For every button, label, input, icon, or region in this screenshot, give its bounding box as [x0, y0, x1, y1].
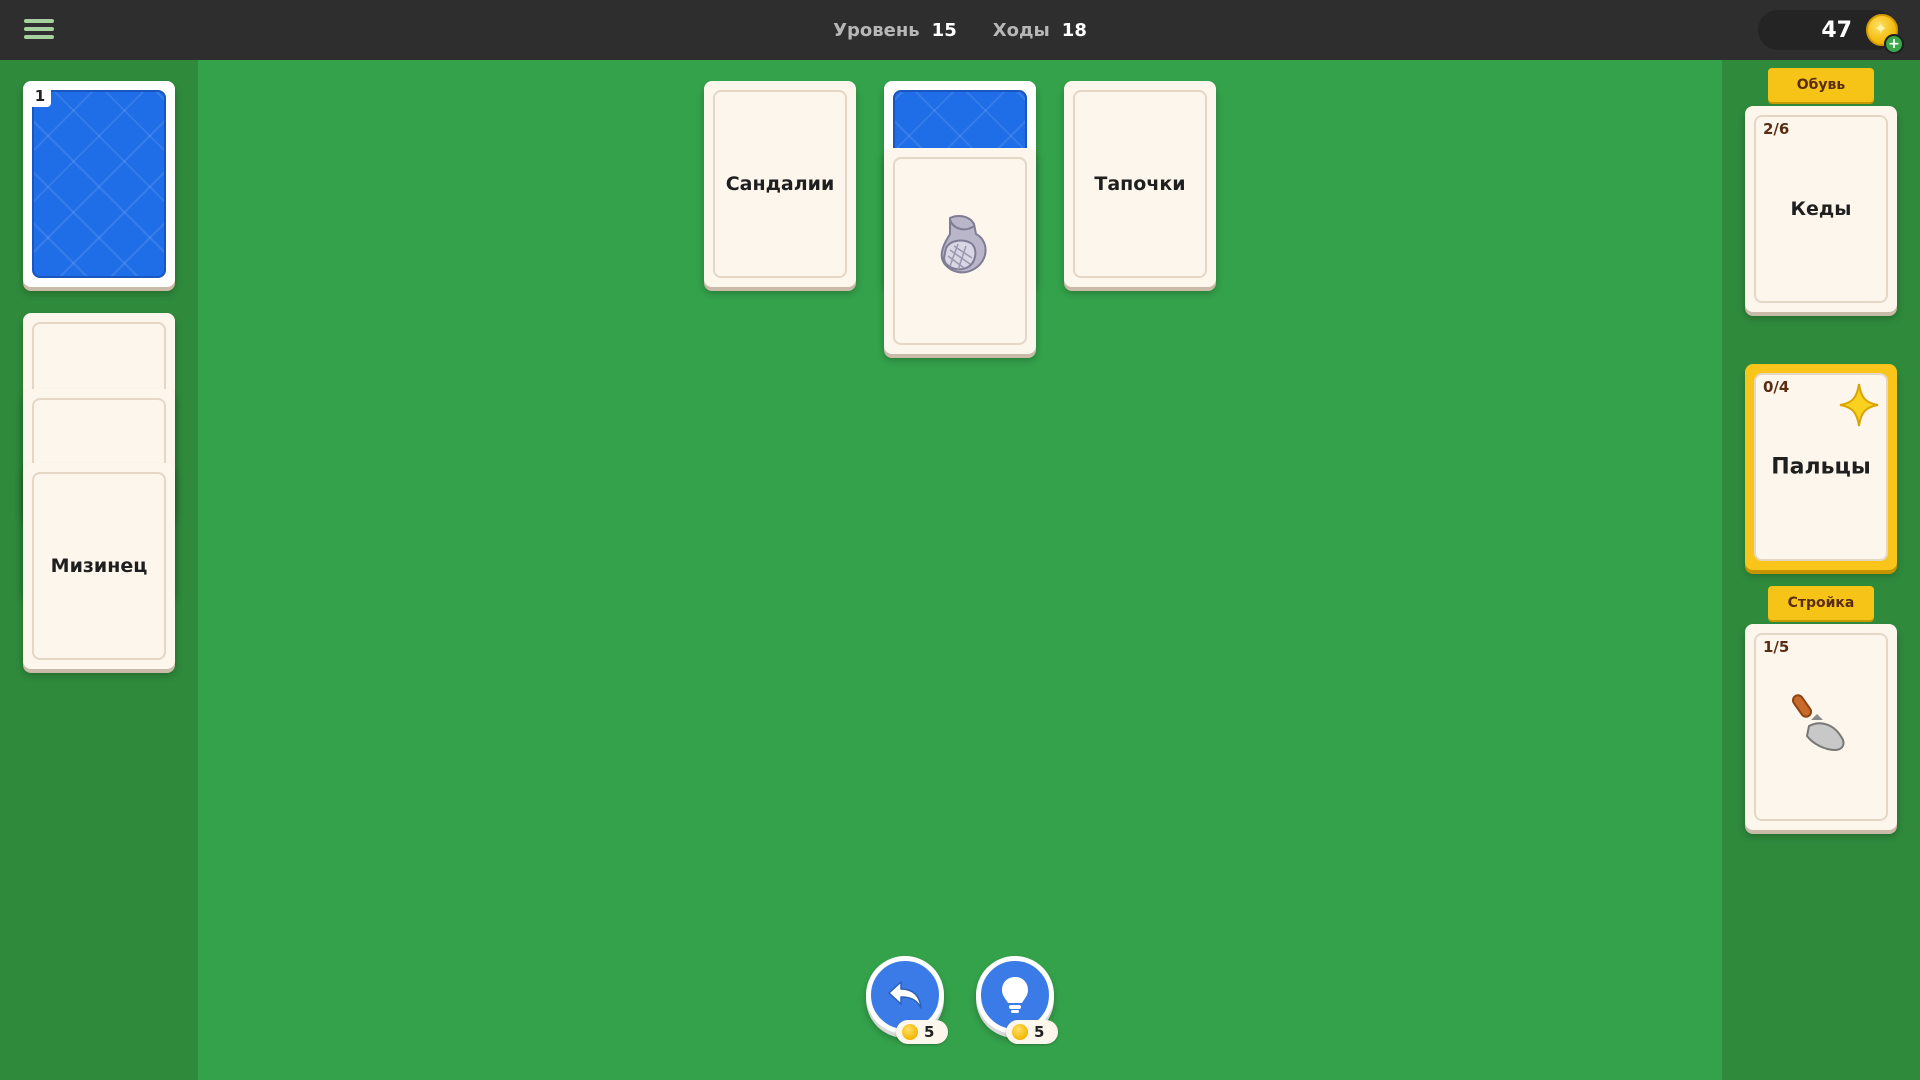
goal-tag-construction: Стройка	[1768, 586, 1874, 620]
plus-icon[interactable]: +	[1884, 34, 1904, 54]
lightbulb-icon	[1002, 977, 1028, 1013]
goal-card-shoes[interactable]: 2/6 Кеды	[1745, 106, 1897, 312]
board-card-sandals[interactable]: Сандалии	[704, 81, 856, 287]
level-label: Уровень	[833, 19, 920, 41]
coin-count: 47	[1821, 18, 1852, 43]
board-card-shoe[interactable]	[884, 148, 1036, 354]
hint-price-value: 5	[1034, 1023, 1045, 1041]
card-label: Сандалии	[725, 173, 835, 195]
level-stat: Уровень 15	[833, 20, 957, 41]
card-label: Тапочки	[1094, 173, 1186, 195]
level-value: 15	[931, 19, 957, 41]
goal-card-fingers[interactable]: 0/4 Пальцы	[1745, 364, 1897, 570]
hint-price: 5	[1006, 1020, 1058, 1044]
card-label: Пальцы	[1771, 454, 1871, 480]
moves-value: 18	[1061, 19, 1087, 41]
top-bar: Уровень 15 Ходы 18 47 ✦ +	[0, 0, 1920, 60]
level-moves-stats: Уровень 15 Ходы 18	[0, 0, 1920, 60]
sparkle-star-icon	[1839, 383, 1879, 427]
undo-arrow-icon	[888, 981, 922, 1009]
shoe-icon	[940, 215, 987, 274]
undo-price-value: 5	[924, 1023, 935, 1041]
goal-tag-shoes: Обувь	[1768, 68, 1874, 102]
goal-progress: 2/6	[1763, 120, 1790, 138]
coin-icon	[1012, 1024, 1028, 1040]
card-back-pattern	[32, 90, 166, 278]
card-label: Кеды	[1790, 198, 1852, 220]
trowel-icon	[1791, 694, 1845, 752]
undo-price: 5	[896, 1020, 948, 1044]
goal-card-construction[interactable]: 1/5	[1745, 624, 1897, 830]
stack-top-card[interactable]: Мизинец	[23, 463, 175, 669]
draw-deck[interactable]: 1	[23, 81, 175, 287]
moves-label: Ходы	[992, 19, 1050, 41]
board-card-slippers[interactable]: Тапочки	[1064, 81, 1216, 287]
coin-icon	[902, 1024, 918, 1040]
moves-stat: Ходы 18	[993, 20, 1087, 41]
goal-progress: 0/4	[1763, 378, 1790, 396]
coin-balance[interactable]: 47 ✦ +	[1758, 10, 1904, 54]
card-label: Мизинец	[50, 555, 148, 577]
deck-remaining-count: 1	[29, 85, 51, 107]
goal-progress: 1/5	[1763, 638, 1790, 656]
